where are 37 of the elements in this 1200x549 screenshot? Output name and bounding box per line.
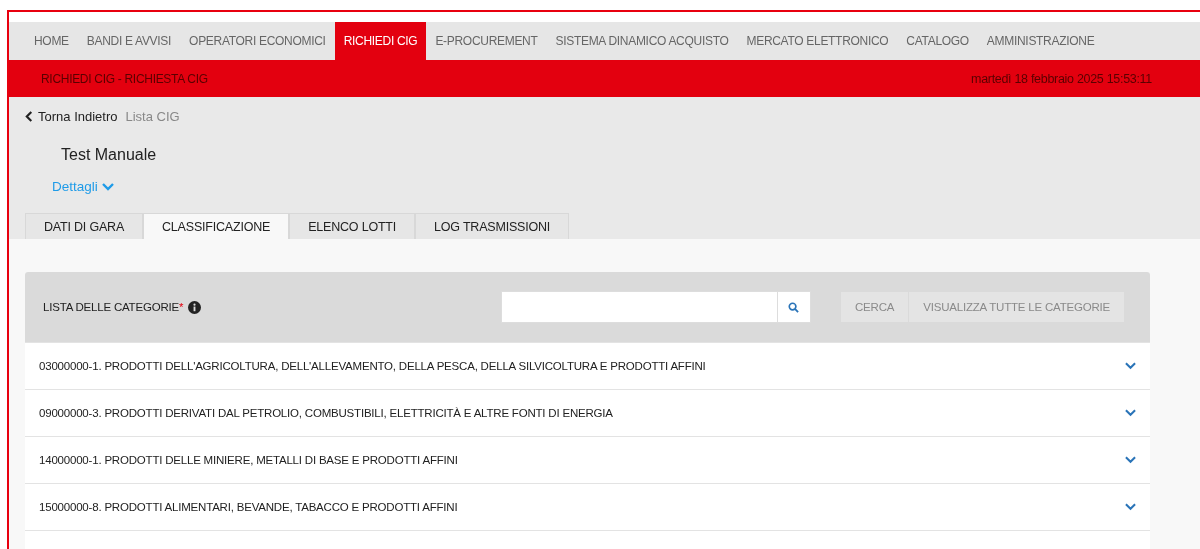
chevron-down-icon[interactable] xyxy=(1125,503,1136,511)
category-label: 09000000-3. PRODOTTI DERIVATI DAL PETROLIO, COMBUSTIBILI, ELETTRICITÀ E ALTRE FONTI DI ENERGIA xyxy=(39,407,613,419)
tab[interactable]: LOG TRASMISSIONI xyxy=(415,213,570,239)
nav-tab[interactable]: HOME xyxy=(25,22,78,60)
banner-datetime: martedì 18 febbraio 2025 15:53:11 xyxy=(971,71,1152,86)
chevron-down-icon[interactable] xyxy=(1125,409,1136,417)
chevron-left-icon xyxy=(25,111,34,122)
tab[interactable]: DATI DI GARA xyxy=(25,213,144,239)
details-link[interactable]: Dettagli xyxy=(52,179,114,194)
page-title: Test Manuale xyxy=(61,146,158,164)
chevron-down-icon[interactable] xyxy=(1125,362,1136,370)
category-row[interactable]: 15000000-8. PRODOTTI ALIMENTARI, BEVANDE, TABACCO E PRODOTTI AFFINI xyxy=(25,483,1150,530)
tab[interactable]: ELENCO LOTTI xyxy=(289,213,416,239)
search-field[interactable] xyxy=(500,291,811,323)
category-label: 14000000-1. PRODOTTI DELLE MINIERE, METALLI DI BASE E PRODOTTI AFFINI xyxy=(39,454,458,466)
category-row[interactable]: 14000000-1. PRODOTTI DELLE MINIERE, METALLI DI BASE E PRODOTTI AFFINI xyxy=(25,436,1150,483)
back-link[interactable]: Torna Indietro xyxy=(25,109,118,124)
info-icon xyxy=(188,300,202,314)
chevron-down-icon[interactable] xyxy=(1125,456,1136,464)
category-row[interactable]: 03000000-1. PRODOTTI DELL'AGRICOLTURA, DELL'ALLEVAMENTO, DELLA PESCA, DELLA SILVICOLTURA E PRODOTTI AFFINI xyxy=(25,342,1150,389)
chevron-down-icon xyxy=(101,182,114,191)
tab[interactable]: CLASSIFICAZIONE xyxy=(143,213,290,239)
breadcrumb-current: Lista CIG xyxy=(125,109,180,124)
category-row[interactable]: 09000000-3. PRODOTTI DERIVATI DAL PETROLIO, COMBUSTIBILI, ELETTRICITÀ E ALTRE FONTI DI ENERGIA xyxy=(25,389,1150,436)
nav-tab[interactable]: RICHIEDI CIG xyxy=(334,22,427,60)
categories-label: LISTA DELLE CATEGORIE* xyxy=(43,301,184,313)
nav-tab[interactable]: E-PROCUREMENT xyxy=(426,22,547,60)
category-label: 03000000-1. PRODOTTI DELL'AGRICOLTURA, DELL'ALLEVAMENTO, DELLA PESCA, DELLA SILVICOLTURA E PRODOTTI AFFINI xyxy=(39,360,706,372)
banner-title: RICHIEDI CIG - RICHIESTA CIG xyxy=(41,71,208,86)
search-icon xyxy=(788,301,800,313)
nav-tab[interactable]: AMMINISTRAZIONE xyxy=(977,22,1104,60)
nav-tab[interactable]: BANDI E AVVISI xyxy=(77,22,181,60)
category-label: 15000000-8. PRODOTTI ALIMENTARI, BEVANDE, TABACCO E PRODOTTI AFFINI xyxy=(39,501,458,513)
nav-tab[interactable]: CATALOGO xyxy=(897,22,978,60)
nav-tab[interactable]: SISTEMA DINAMICO ACQUISTO xyxy=(546,22,738,60)
nav-tab[interactable]: MERCATO ELETTRONICO xyxy=(737,22,898,60)
nav-tab[interactable]: OPERATORI ECONOMICI xyxy=(180,22,335,60)
